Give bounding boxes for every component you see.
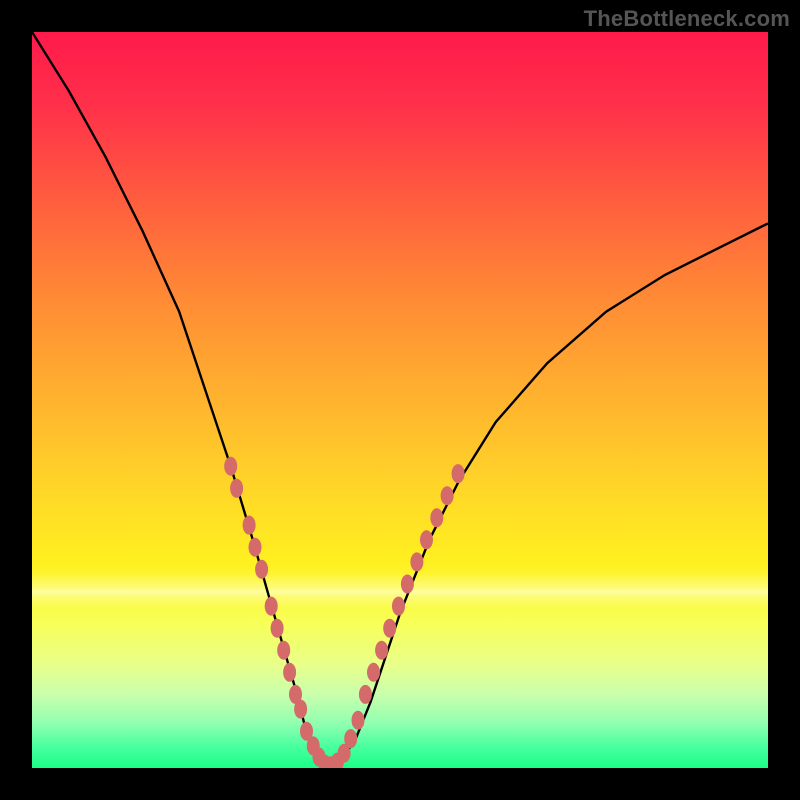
curve-marker — [430, 508, 443, 527]
curve-marker — [410, 552, 423, 571]
curve-marker — [344, 729, 357, 748]
curve-marker — [441, 486, 454, 505]
marker-group — [224, 457, 464, 768]
curve-marker — [277, 641, 290, 660]
chart-frame: TheBottleneck.com — [0, 0, 800, 800]
curve-marker — [420, 530, 433, 549]
curve-marker — [401, 575, 414, 594]
v-curve-path — [32, 32, 768, 768]
curve-marker — [255, 560, 268, 579]
curve-marker — [367, 663, 380, 682]
curve-marker — [452, 464, 465, 483]
watermark-label: TheBottleneck.com — [584, 6, 790, 32]
curve-marker — [271, 619, 284, 638]
curve-marker — [224, 457, 237, 476]
curve-marker — [392, 597, 405, 616]
curve-marker — [359, 685, 372, 704]
curve-marker — [230, 479, 243, 498]
curve-marker — [383, 619, 396, 638]
curve-marker — [249, 538, 262, 557]
curve-marker — [265, 597, 278, 616]
curve-marker — [294, 700, 307, 719]
plot-area — [32, 32, 768, 768]
curve-layer — [32, 32, 768, 768]
curve-marker — [283, 663, 296, 682]
curve-marker — [352, 711, 365, 730]
curve-marker — [375, 641, 388, 660]
curve-marker — [243, 516, 256, 535]
